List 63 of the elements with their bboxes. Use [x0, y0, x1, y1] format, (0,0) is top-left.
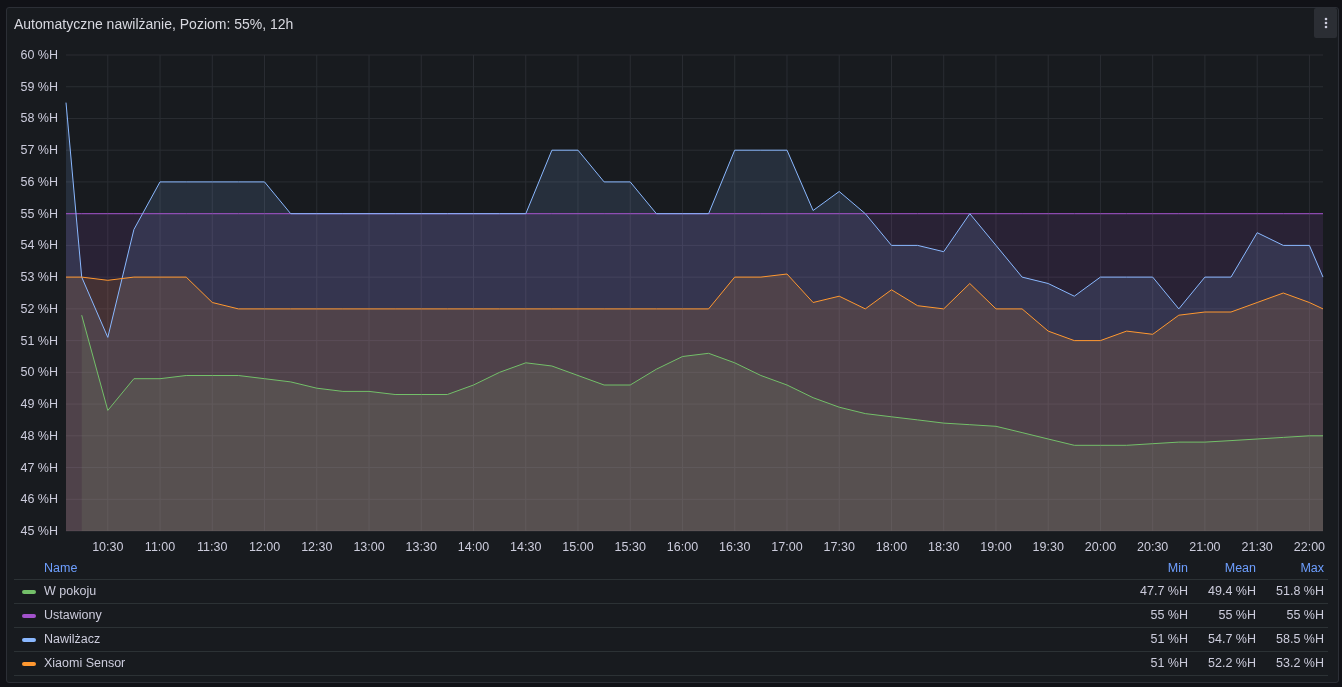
legend-series-name[interactable]: Xiaomi Sensor	[44, 654, 1120, 673]
table-cell-text: 55 %H	[1285, 607, 1324, 625]
table-cell-text: 55 %H	[1217, 607, 1256, 625]
y-axis-label: 47 %H	[20, 460, 58, 475]
x-axis-label: 18:00	[875, 540, 908, 554]
panel-title: Automatyczne nawilżanie, Poziom: 55%, 12h	[14, 15, 294, 34]
table-cell-text: 49.4 %H	[1207, 583, 1256, 601]
y-axis-label: 45 %H	[20, 524, 58, 538]
x-axis-label: 16:30	[719, 540, 751, 554]
table-cell-text: 53.2 %H	[1275, 655, 1324, 673]
y-axis-label: 57 %H	[20, 143, 58, 158]
x-axis-label: 16:00	[666, 540, 699, 554]
x-axis-label: 22:00	[1293, 540, 1326, 554]
y-axis-label: 60 %H	[20, 48, 58, 62]
x-axis-label: 13:30	[405, 540, 437, 554]
y-axis-label: 58 %H	[20, 111, 58, 126]
table-cell-text: 55 %H	[1149, 607, 1188, 625]
legend-series-name[interactable]: Nawilżacz	[44, 630, 1120, 649]
y-axis-label: 49 %H	[20, 397, 58, 412]
legend-series-name[interactable]: W pokoju	[44, 582, 1120, 601]
menu-button[interactable]	[1314, 8, 1337, 38]
x-axis-label: 12:30	[301, 540, 333, 554]
x-axis-label: 18:30	[928, 540, 960, 554]
y-axis-label: 51 %H	[20, 333, 58, 348]
column-header[interactable]: Name	[14, 559, 1120, 578]
x-axis-label: 15:30	[614, 540, 646, 554]
x-axis-label: 17:00	[771, 540, 803, 554]
y-axis-label: 50 %H	[20, 365, 58, 380]
table-cell-text: 58.5 %H	[1275, 631, 1324, 649]
x-axis-label: 20:00	[1084, 540, 1117, 554]
y-axis-label: 55 %H	[20, 206, 58, 221]
x-axis-label: 19:30	[1032, 540, 1064, 554]
y-axis-label: 46 %H	[20, 492, 58, 507]
x-axis-label: 12:00	[248, 540, 281, 554]
table-cell-text: 51.8 %H	[1275, 583, 1324, 601]
x-axis-label: 21:30	[1241, 540, 1273, 554]
table-cell-text: 51 %H	[1149, 655, 1188, 673]
y-axis-label: 52 %H	[20, 301, 58, 316]
x-axis-label: 11:00	[144, 540, 176, 554]
x-axis-label: 17:30	[823, 540, 855, 554]
column-header[interactable]: Mean	[1188, 559, 1256, 578]
legend-series-name[interactable]: Ustawiony	[44, 606, 1120, 625]
x-axis-label: 13:00	[353, 540, 385, 554]
more-vertical-icon	[1323, 17, 1328, 29]
y-axis-label: 56 %H	[20, 174, 58, 189]
x-axis-label: 10:30	[92, 540, 124, 554]
x-axis-label: 11:30	[197, 540, 228, 554]
column-header[interactable]: Max	[1256, 559, 1324, 578]
table-cell-text: 51 %H	[1149, 631, 1188, 649]
table-cell-text: 54.7 %H	[1207, 631, 1256, 649]
y-axis-label: 59 %H	[20, 79, 58, 94]
y-axis-label: 53 %H	[20, 270, 58, 285]
table-cell-text: 52.2 %H	[1207, 655, 1256, 673]
x-axis-label: 14:30	[510, 540, 542, 554]
y-axis-label: 48 %H	[20, 428, 58, 443]
table-cell-text: 47.7 %H	[1139, 583, 1188, 601]
x-axis-label: 20:30	[1137, 540, 1169, 554]
x-axis-label: 14:00	[457, 540, 490, 554]
column-header[interactable]: Min	[1120, 559, 1188, 578]
x-axis-label: 15:00	[562, 540, 594, 554]
y-axis-label: 54 %H	[20, 238, 58, 253]
x-axis-label: 21:00	[1189, 540, 1221, 554]
x-axis-label: 19:00	[980, 540, 1012, 554]
